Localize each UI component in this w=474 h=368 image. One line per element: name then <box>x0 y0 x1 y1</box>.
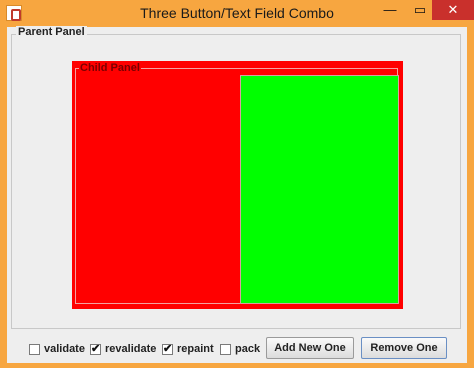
revalidate-checkbox-box[interactable] <box>90 342 101 355</box>
revalidate-checkbox[interactable]: revalidate <box>90 341 156 357</box>
repaint-checkbox[interactable]: repaint <box>162 341 214 357</box>
add-new-one-button[interactable]: Add New One <box>266 337 354 359</box>
parent-panel: Parent Panel Child Panel <box>11 26 461 329</box>
content-pane: Parent Panel Child Panel validate revali… <box>7 26 467 363</box>
repaint-checkbox-label: repaint <box>177 343 214 355</box>
repaint-checkbox-box[interactable] <box>162 342 173 355</box>
controls-bar: validate revalidate repaint pack Add New… <box>7 333 467 363</box>
child-panel: Child Panel <box>72 61 403 309</box>
pack-checkbox-box[interactable] <box>220 343 231 355</box>
pack-checkbox[interactable]: pack <box>220 341 260 357</box>
validate-checkbox[interactable]: validate <box>29 341 85 357</box>
close-button[interactable]: ✕ <box>432 0 474 20</box>
pack-checkbox-label: pack <box>235 343 261 355</box>
minimize-button[interactable]: — <box>376 0 404 20</box>
green-panel <box>240 75 399 304</box>
remove-one-button[interactable]: Remove One <box>361 337 447 359</box>
app-window: Three Button/Text Field Combo — ▭ ✕ Pare… <box>0 0 474 368</box>
revalidate-checkbox-label: revalidate <box>105 343 157 355</box>
maximize-button[interactable]: ▭ <box>406 0 434 20</box>
parent-panel-label: Parent Panel <box>16 26 87 38</box>
title-bar[interactable]: Three Button/Text Field Combo — ▭ ✕ <box>0 0 474 27</box>
validate-checkbox-label: validate <box>44 343 85 355</box>
validate-checkbox-box[interactable] <box>29 343 40 355</box>
child-panel-label: Child Panel <box>79 62 141 74</box>
